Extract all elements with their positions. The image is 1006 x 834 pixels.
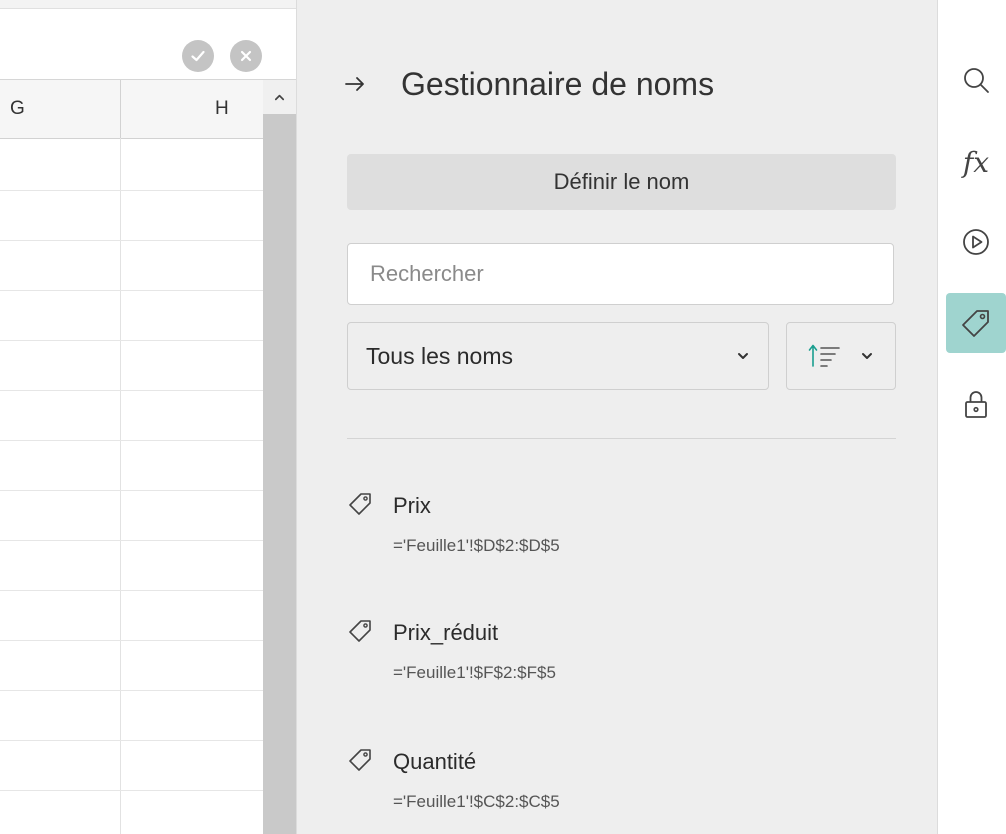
grid-row-line [0,540,263,541]
grid-row-line [0,440,263,441]
panel-title: Gestionnaire de noms [401,66,715,102]
name-title: Prix [393,493,431,518]
top-strip [0,0,296,9]
define-name-button[interactable]: Définir le nom [347,154,896,210]
formula-bar [0,9,296,80]
spreadsheet-area: G H [0,0,296,834]
function-icon: fx [962,145,990,179]
grid-row-line [0,740,263,741]
list-item[interactable]: Quantité ='Feuille1'!$C$2:$C$5 [347,747,896,827]
grid-row-line [0,790,263,791]
lock-icon [965,391,987,418]
name-reference: ='Feuille1'!$F$2:$F$5 [393,663,556,682]
check-icon [191,50,205,62]
play-icon [963,229,989,255]
name-title: Quantité [393,749,477,774]
grid-row-line [0,640,263,641]
close-icon [240,50,252,62]
scrollbar-thumb[interactable] [263,114,296,834]
grid-row-line [0,190,263,191]
grid-row-line [0,390,263,391]
sort-button[interactable] [786,322,896,390]
filter-dropdown[interactable]: Tous les noms [347,322,769,390]
name-manager-panel: Gestionnaire de noms Définir le nom Tous… [296,0,938,834]
chevron-down-icon [738,353,748,359]
grid-row-line [0,240,263,241]
right-toolbar: fx [937,0,1006,834]
search-icon [964,68,989,93]
column-header-g[interactable]: G [10,80,25,138]
filter-selected-value: Tous les noms [366,342,514,369]
function-tool-button[interactable]: fx [946,132,1006,192]
grid-row-line [0,290,263,291]
grid-row-line [0,490,263,491]
tag-icon [349,620,371,642]
macro-tool-button[interactable] [946,212,1006,272]
divider [347,438,896,439]
scroll-up-icon[interactable] [263,80,296,114]
confirm-button[interactable] [182,40,214,72]
grid-row-line [0,590,263,591]
vertical-scrollbar[interactable] [263,80,296,834]
list-item[interactable]: Prix_réduit ='Feuille1'!$F$2:$F$5 [347,618,896,698]
arrow-right-icon[interactable] [343,72,367,96]
sort-ascending-icon [808,344,840,367]
list-item[interactable]: Prix ='Feuille1'!$D$2:$D$5 [347,491,896,571]
protection-tool-button[interactable] [946,374,1006,434]
name-manager-tool-button[interactable] [946,293,1006,353]
grid-row-line [0,340,263,341]
chevron-down-icon [862,353,872,359]
name-title: Prix_réduit [393,620,499,645]
tag-icon [349,493,371,515]
tag-icon [349,749,371,771]
cancel-button[interactable] [230,40,262,72]
grid-row-line [0,690,263,691]
search-tool-button[interactable] [946,50,1006,110]
column-header-row: G H [0,80,263,139]
column-header-h[interactable]: H [215,80,229,138]
name-reference: ='Feuille1'!$C$2:$C$5 [393,792,560,811]
column-divider[interactable] [120,80,121,138]
search-input[interactable] [347,243,894,305]
grid-column-line [120,138,121,834]
name-reference: ='Feuille1'!$D$2:$D$5 [393,536,560,555]
tag-icon [962,310,989,337]
